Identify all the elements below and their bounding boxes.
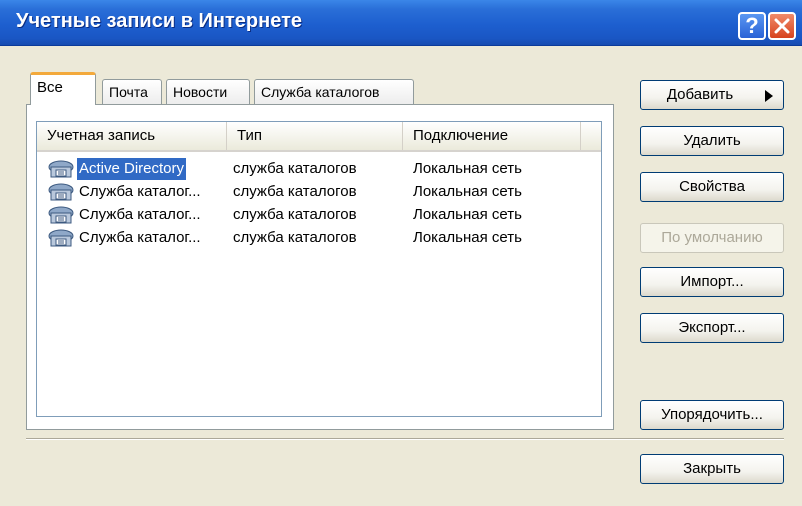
list-item[interactable]: Служба каталог... служба каталогов Локал… [41, 181, 597, 203]
submenu-arrow-icon [765, 90, 773, 102]
divider [26, 438, 784, 440]
add-button-label: Добавить [666, 86, 734, 103]
close-button[interactable]: Закрыть [640, 454, 784, 484]
account-name: Служба каталог... [79, 206, 201, 223]
account-type: служба каталогов [233, 229, 357, 246]
help-button[interactable]: ? [738, 12, 766, 40]
accounts-list[interactable]: Учетная запись Тип Подключение Active Di… [36, 121, 602, 417]
directory-service-icon [48, 229, 74, 247]
directory-service-icon [48, 160, 74, 178]
add-button[interactable]: Добавить [640, 80, 784, 110]
internet-accounts-dialog: Учетные записи в Интернете ? Все Почта Н… [0, 0, 802, 506]
column-header-type[interactable]: Тип [227, 122, 403, 150]
set-default-button[interactable]: По умолчанию [640, 223, 784, 253]
directory-service-icon [48, 206, 74, 224]
account-type: служба каталогов [233, 160, 357, 177]
import-button[interactable]: Импорт... [640, 267, 784, 297]
export-button[interactable]: Экспорт... [640, 313, 784, 343]
account-connection: Локальная сеть [413, 229, 522, 246]
account-name: Служба каталог... [79, 229, 201, 246]
title-bar[interactable]: Учетные записи в Интернете ? [0, 0, 802, 46]
list-item[interactable]: Служба каталог... служба каталогов Локал… [41, 227, 597, 249]
column-header-connection[interactable]: Подключение [403, 122, 581, 150]
tab-news[interactable]: Новости [166, 79, 250, 105]
tab-mail[interactable]: Почта [102, 79, 162, 105]
window-title: Учетные записи в Интернете [16, 10, 302, 32]
account-type: служба каталогов [233, 206, 357, 223]
column-header-account[interactable]: Учетная запись [37, 122, 227, 150]
directory-service-icon [48, 183, 74, 201]
close-icon [774, 18, 790, 34]
account-connection: Локальная сеть [413, 206, 522, 223]
list-item[interactable]: Active Directory служба каталогов Локаль… [41, 158, 597, 180]
account-name: Active Directory [77, 158, 187, 180]
properties-button[interactable]: Свойства [640, 172, 784, 202]
close-window-button[interactable] [768, 12, 796, 40]
account-connection: Локальная сеть [413, 183, 522, 200]
delete-button[interactable]: Удалить [640, 126, 784, 156]
list-header: Учетная запись Тип Подключение [37, 122, 601, 152]
account-name: Служба каталог... [79, 183, 201, 200]
tab-all[interactable]: Все [30, 72, 96, 105]
order-button[interactable]: Упорядочить... [640, 400, 784, 430]
account-connection: Локальная сеть [413, 160, 522, 177]
tab-directory-service[interactable]: Служба каталогов [254, 79, 414, 105]
list-item[interactable]: Служба каталог... служба каталогов Локал… [41, 204, 597, 226]
account-type: служба каталогов [233, 183, 357, 200]
